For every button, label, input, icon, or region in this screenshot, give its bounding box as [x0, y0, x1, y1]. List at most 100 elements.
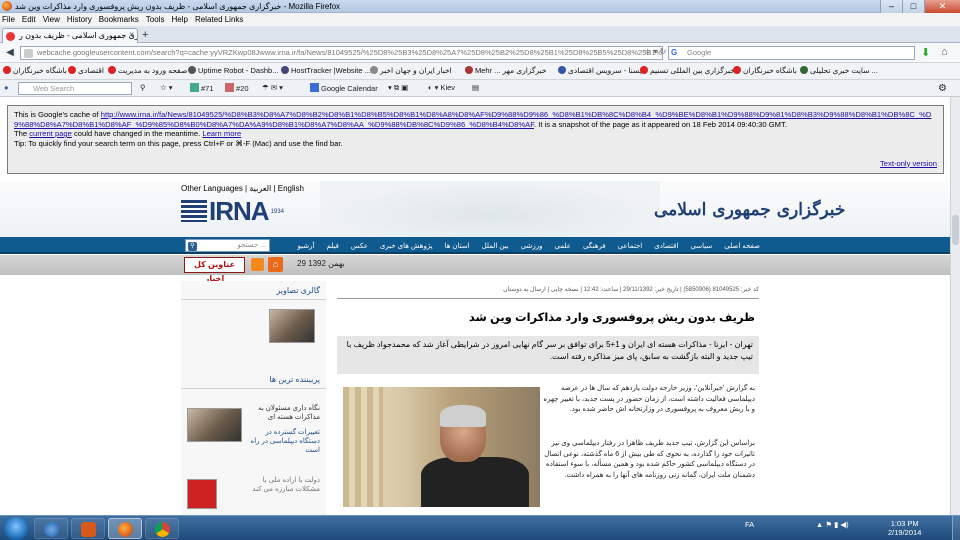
search-go-icon[interactable]: ⚲ — [140, 83, 146, 92]
current-page-link[interactable]: current page — [29, 129, 72, 138]
reload-icon[interactable]: ☆ ▾ ↻ — [644, 47, 666, 56]
popular-item[interactable]: دولت با اراده ملی با مشکلات مبارزه می کن… — [250, 476, 320, 494]
site-search-input[interactable]: ⚲ جستجو ... — [185, 239, 270, 252]
nav-society[interactable]: اجتماعی — [612, 242, 649, 250]
nav-photo[interactable]: عکس — [345, 242, 374, 250]
menu-bookmarks[interactable]: Bookmarks — [99, 15, 139, 24]
search-bar[interactable]: G Google — [668, 46, 915, 60]
tools-icon[interactable]: ▾ ⧉ ▣ — [388, 83, 408, 93]
bookmark-favicon-icon — [558, 66, 566, 74]
addon-logo-icon[interactable]: ● — [4, 83, 9, 92]
nav-video[interactable]: فیلم — [320, 242, 344, 250]
tab-label: خبرگزاری جمهوری اسلامی - ظریف بدون ر... — [19, 31, 138, 40]
vertical-scrollbar[interactable] — [950, 97, 960, 515]
menu-edit[interactable]: Edit — [22, 15, 36, 24]
search-icon[interactable]: ⚲ — [188, 242, 197, 251]
bookmark-favicon-icon — [370, 66, 378, 74]
badge-20[interactable]: #20 — [225, 83, 249, 93]
bookmark-item[interactable]: خبرگزاری بین المللی تسنیم — [640, 66, 735, 75]
start-button[interactable] — [4, 517, 28, 540]
tab-close-icon[interactable]: × — [129, 30, 134, 39]
bookmark-item[interactable]: باشگاه خبرنگاران — [3, 66, 67, 75]
menu-tools[interactable]: Tools — [146, 15, 165, 24]
learn-more-link[interactable]: Learn more — [202, 129, 241, 138]
irna-logo-icon — [181, 200, 207, 222]
text-only-version-link[interactable]: Text-only version — [880, 159, 937, 169]
irna-persian-logo[interactable]: خبرگزاری جمهوری اسلامی — [654, 200, 845, 220]
rss-icon[interactable] — [251, 258, 264, 271]
home-icon[interactable]: ⌂ — [941, 46, 948, 58]
bookmark-item[interactable]: سایت خبری تحلیلی ... — [800, 66, 878, 75]
taskbar-ie[interactable] — [34, 518, 68, 539]
popular-thumbnail[interactable] — [187, 408, 242, 442]
bookmark-favicon-icon — [465, 66, 473, 74]
taskbar-firefox[interactable] — [108, 518, 142, 539]
download-icon[interactable]: ⬇ — [921, 46, 930, 59]
kiev-weather-button[interactable]: ◐ ▾ Kiev — [428, 83, 455, 92]
nav-science[interactable]: علمی — [549, 242, 577, 250]
menu-related-links[interactable]: Related Links — [195, 15, 243, 24]
language-indicator[interactable]: FA — [745, 520, 754, 529]
bookmark-item[interactable]: باشگاه خبرنگاران — [733, 66, 797, 75]
nav-politics[interactable]: سیاسی — [684, 242, 718, 250]
bookmark-item[interactable]: Uptime Robot - Dashb... — [188, 66, 278, 75]
google-calendar-button[interactable]: Google Calendar — [310, 83, 378, 93]
taskbar-chrome[interactable] — [145, 518, 179, 539]
popular-heading[interactable]: پربیننده ترین ها — [269, 375, 320, 384]
window-controls: – □ ✕ — [880, 0, 960, 13]
new-tab-button[interactable]: + — [142, 29, 148, 41]
cached-url-link[interactable]: http://www.irna.ir/fa/News/81049525/%D8%… — [14, 110, 931, 129]
close-button[interactable]: ✕ — [924, 0, 960, 13]
address-bar[interactable]: webcache.googleusercontent.com/search?q=… — [20, 46, 663, 60]
gallery-heading[interactable]: گالری تصاویر — [276, 286, 320, 295]
bookmark-item[interactable]: Mehr ... خبرگزاری مهر — [465, 66, 547, 75]
weather-icon[interactable]: ☂ ✉ ▾ — [262, 83, 283, 92]
popular-item[interactable]: نگاه داری مسئولان به مذاکرات هسته ای — [250, 404, 320, 422]
bookmark-item[interactable]: اقتصادی — [68, 66, 104, 75]
settings-gear-icon[interactable]: ⚙ — [938, 83, 947, 94]
show-desktop-button[interactable] — [952, 516, 960, 540]
bookmark-item[interactable]: HostTracker |Website ... — [281, 66, 371, 75]
bookmark-item[interactable]: صفحه ورود به مدیریت — [108, 66, 187, 75]
badge-71[interactable]: #71 — [190, 83, 214, 93]
maximize-button[interactable]: □ — [902, 0, 924, 13]
nav-economy[interactable]: اقتصادی — [648, 242, 684, 250]
bookmark-favicon-icon — [108, 66, 116, 74]
all-headlines-button[interactable]: عناوین کل اخبار — [184, 257, 245, 283]
bookmark-item[interactable]: ایسنا - سرویس اقتصادی — [558, 66, 644, 75]
nav-research[interactable]: پژوهش های خبری — [374, 242, 439, 250]
tab-active[interactable]: خبرگزاری جمهوری اسلامی - ظریف بدون ر... … — [2, 28, 138, 43]
media-player-icon — [81, 522, 96, 537]
irna-logo[interactable]: IRNA 1934 — [181, 198, 284, 224]
minimize-button[interactable]: – — [880, 0, 902, 13]
taskbar-clock[interactable]: 1:03 PM 2/19/2014 — [888, 519, 921, 537]
nav-provinces[interactable]: استان ها — [439, 242, 476, 250]
menu-help[interactable]: Help — [171, 15, 187, 24]
nav-culture[interactable]: فرهنگی — [577, 242, 612, 250]
popular-thumbnail[interactable] — [187, 479, 217, 509]
taskbar-media[interactable] — [71, 518, 105, 539]
article-photo — [343, 387, 540, 507]
mail-icon[interactable]: ▤ — [472, 83, 479, 92]
language-links[interactable]: Other Languages | العربية | English — [181, 184, 304, 193]
nav-international[interactable]: بین الملل — [476, 242, 515, 250]
star-icon[interactable]: ☆ ▾ — [160, 83, 173, 92]
tray-icons[interactable]: ▲ ⚑ ▮ ◀) — [816, 520, 849, 529]
google-icon[interactable]: G — [671, 48, 683, 58]
web-search-input[interactable]: Web Search — [18, 82, 132, 95]
gallery-thumbnail[interactable] — [269, 309, 315, 343]
bookmark-item[interactable]: اخبار ایران و جهان اخبر — [370, 66, 452, 75]
cache-line-2: The current page could have changed in t… — [14, 129, 242, 138]
scrollbar-thumb[interactable] — [952, 215, 959, 245]
menu-history[interactable]: History — [67, 15, 92, 24]
nav-home[interactable]: صفحه اصلی — [718, 242, 766, 250]
menu-view[interactable]: View — [43, 15, 60, 24]
popular-item[interactable]: تغییرات گسترده در دستگاه دیپلماسی در راه… — [250, 428, 320, 455]
nav-archive[interactable]: آرشیو — [292, 242, 321, 250]
divider — [181, 299, 326, 300]
nav-sports[interactable]: ورزشی — [515, 242, 549, 250]
home-icon[interactable]: ⌂ — [268, 257, 283, 272]
site-identity-icon[interactable] — [24, 49, 33, 58]
menu-file[interactable]: File — [2, 15, 15, 24]
back-button[interactable]: ◀ — [3, 46, 17, 60]
